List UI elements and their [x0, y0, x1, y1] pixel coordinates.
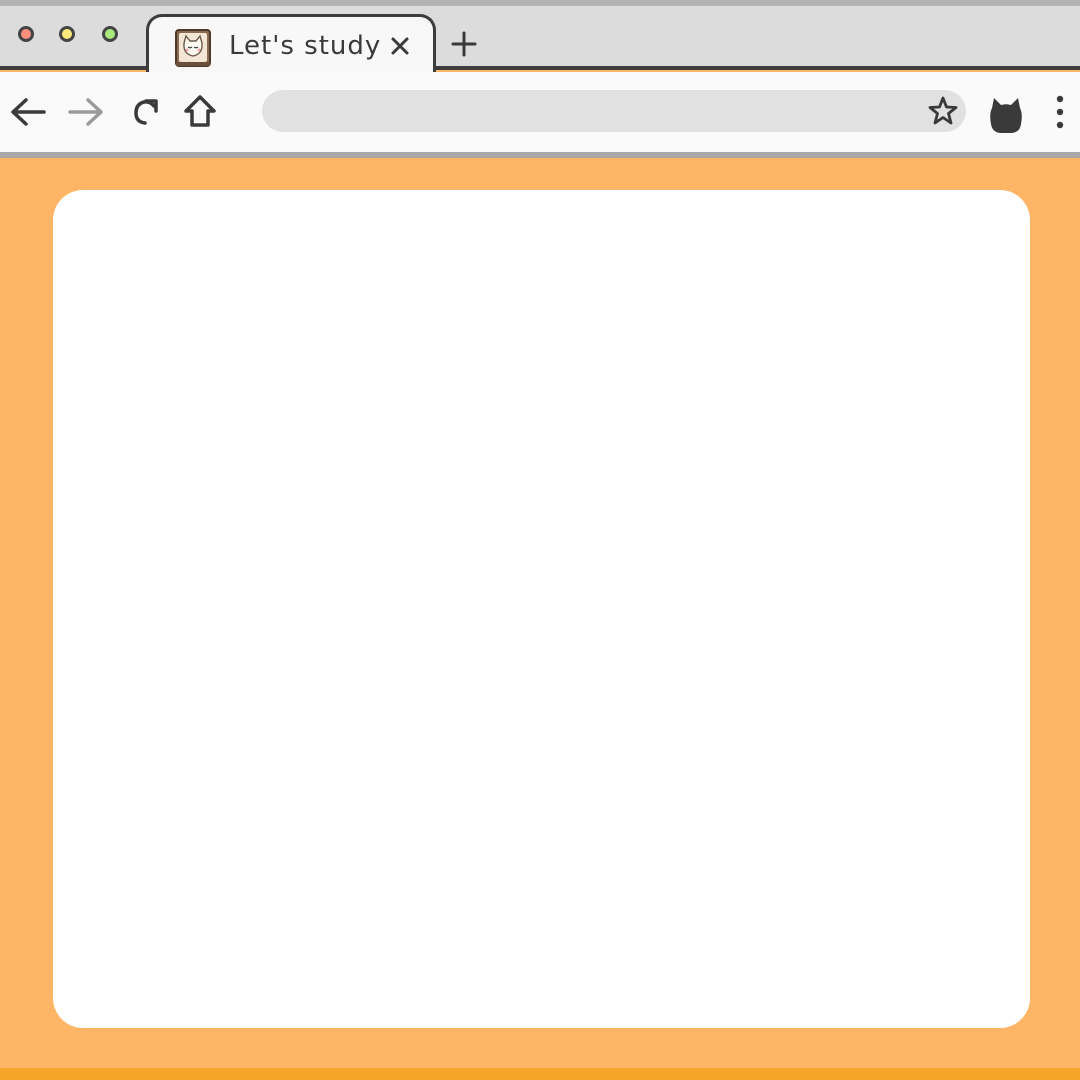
vertical-dots-icon[interactable] [1050, 94, 1070, 130]
address-bar[interactable] [262, 90, 966, 132]
minimize-window-button[interactable] [59, 26, 75, 42]
star-icon[interactable] [926, 94, 960, 128]
close-window-button[interactable] [18, 26, 34, 42]
reload-icon[interactable] [126, 92, 166, 132]
arrow-left-icon[interactable] [8, 92, 48, 132]
home-icon[interactable] [180, 92, 220, 132]
arrow-right-icon[interactable] [66, 92, 106, 132]
plus-icon[interactable] [450, 30, 478, 58]
page-content-panel [53, 190, 1030, 1028]
toolbar [0, 72, 1080, 152]
cat-book-icon [173, 27, 213, 69]
browser-window: Let's study [0, 0, 1080, 1080]
tab-title: Let's study [229, 31, 382, 61]
address-input[interactable] [282, 96, 906, 128]
cat-silhouette-icon[interactable] [988, 96, 1024, 136]
tab-active[interactable]: Let's study [146, 14, 436, 76]
tab-strip-border-left [0, 66, 150, 70]
content-bottom-edge [0, 1068, 1080, 1080]
close-icon[interactable] [387, 33, 413, 59]
tab-strip-border-right [432, 66, 1080, 70]
maximize-window-button[interactable] [102, 26, 118, 42]
